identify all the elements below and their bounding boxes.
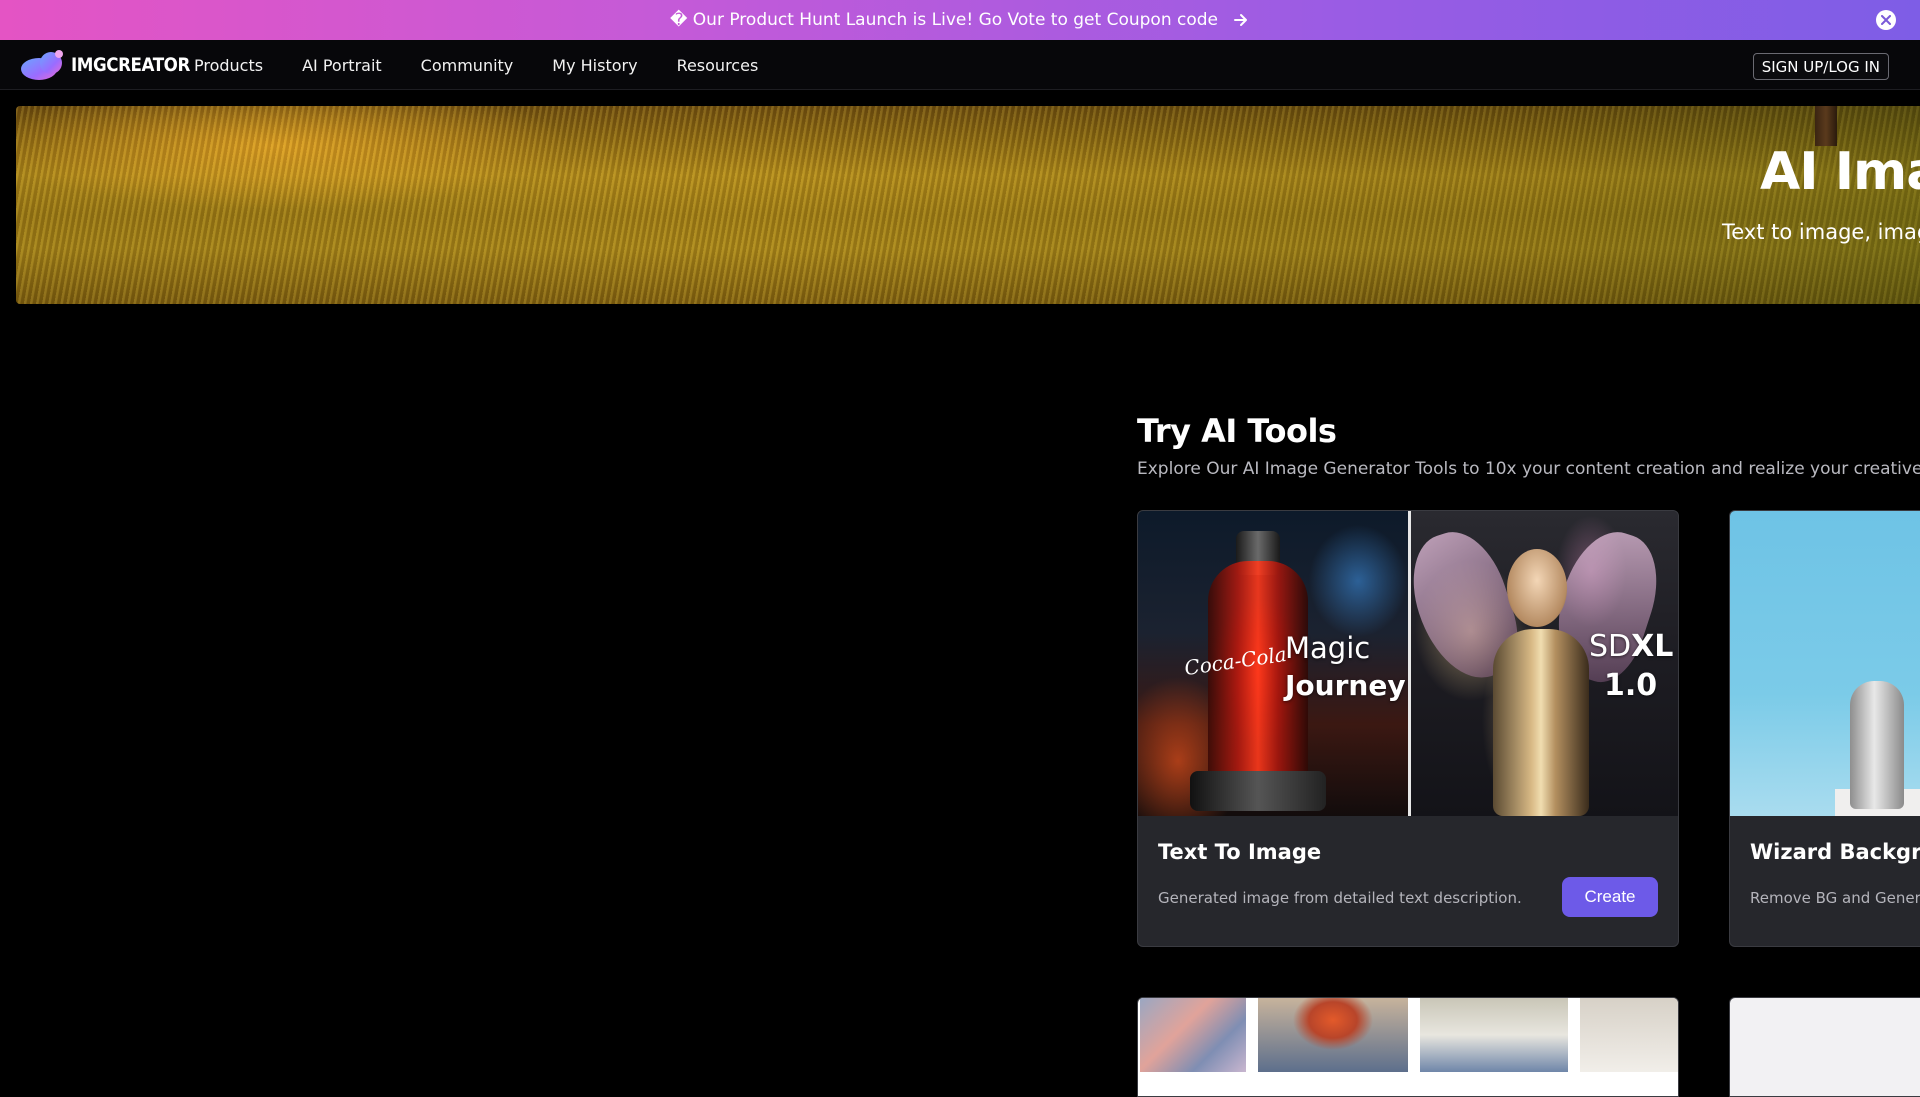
overlay-magic: Magic: [1285, 631, 1371, 665]
logo-icon: [21, 50, 63, 80]
menu-item-products[interactable]: Products: [194, 56, 263, 75]
overlay-sd: SDXL: [1589, 629, 1673, 664]
create-button[interactable]: Create: [1562, 877, 1658, 917]
image-panel-right: SDXL 1.0: [1398, 511, 1678, 816]
card-collage-image: [1138, 998, 1678, 1096]
figure-head: [1507, 549, 1567, 627]
hero-shade: [16, 106, 1920, 304]
hero-post: [1815, 106, 1837, 146]
arrow-right-icon: [1234, 14, 1248, 26]
menu-item-resources[interactable]: Resources: [677, 56, 759, 75]
menu-item-community[interactable]: Community: [421, 56, 514, 75]
hero-banner: AI Imag Text to image, imag: [16, 106, 1920, 304]
brand-logo[interactable]: IMGCREATOR: [19, 49, 206, 81]
tool-card-bottom-left[interactable]: [1137, 997, 1679, 1097]
image-panel-left: Coca-Cola Magic Journey: [1138, 511, 1408, 816]
menu-item-ai-portrait[interactable]: AI Portrait: [302, 56, 382, 75]
overlay-sd-text: SD: [1589, 629, 1632, 664]
collage-tile-2: [1258, 998, 1408, 1072]
card-description: Generated image from detailed text descr…: [1158, 889, 1522, 907]
hero-title: AI Imag: [1760, 142, 1920, 202]
tool-card-text-to-image[interactable]: Coca-Cola Magic Journey SDXL 1.0 Text To…: [1137, 510, 1679, 947]
brand-name: IMGCREATOR: [71, 54, 190, 76]
overlay-xl-text: XL: [1631, 629, 1674, 664]
menu-item-my-history[interactable]: My History: [552, 56, 637, 75]
card-title: Text To Image: [1158, 840, 1322, 864]
promo-text: � Our Product Hunt Launch is Live! Go Vo…: [669, 10, 1219, 30]
collage-tile-4: [1580, 998, 1678, 1072]
promo-banner[interactable]: � Our Product Hunt Launch is Live! Go Vo…: [0, 0, 1920, 40]
vase: [1850, 681, 1904, 809]
hero-subtitle: Text to image, imag: [1722, 220, 1920, 244]
tools-section-title: Try AI Tools: [1137, 412, 1337, 450]
signup-login-button[interactable]: SIGN UP/LOG IN: [1752, 53, 1889, 80]
tools-section-subtitle: Explore Our AI Image Generator Tools to …: [1137, 459, 1920, 479]
card-image: [1730, 511, 1920, 816]
tool-card-wizard-background[interactable]: Wizard Backgrou Remove BG and Generat: [1729, 510, 1920, 947]
card-description: Remove BG and Generat: [1750, 889, 1920, 907]
main-menu: Products AI Portrait Community My Histor…: [194, 40, 797, 90]
card-image: Coca-Cola Magic Journey SDXL 1.0: [1138, 511, 1678, 816]
tool-card-bottom-right[interactable]: [1729, 997, 1920, 1097]
collage-tile-1: [1140, 998, 1246, 1072]
figure-body: [1493, 629, 1589, 816]
promo-link[interactable]: � Our Product Hunt Launch is Live! Go Vo…: [670, 10, 1250, 30]
overlay-journey: Journey: [1285, 669, 1406, 702]
bottle-base: [1190, 771, 1326, 811]
collage-tile-3: [1420, 998, 1568, 1072]
overlay-version: 1.0: [1604, 668, 1658, 703]
close-icon[interactable]: [1876, 10, 1896, 30]
card-title: Wizard Backgrou: [1750, 840, 1920, 864]
top-navbar: IMGCREATOR Products AI Portrait Communit…: [0, 40, 1920, 90]
